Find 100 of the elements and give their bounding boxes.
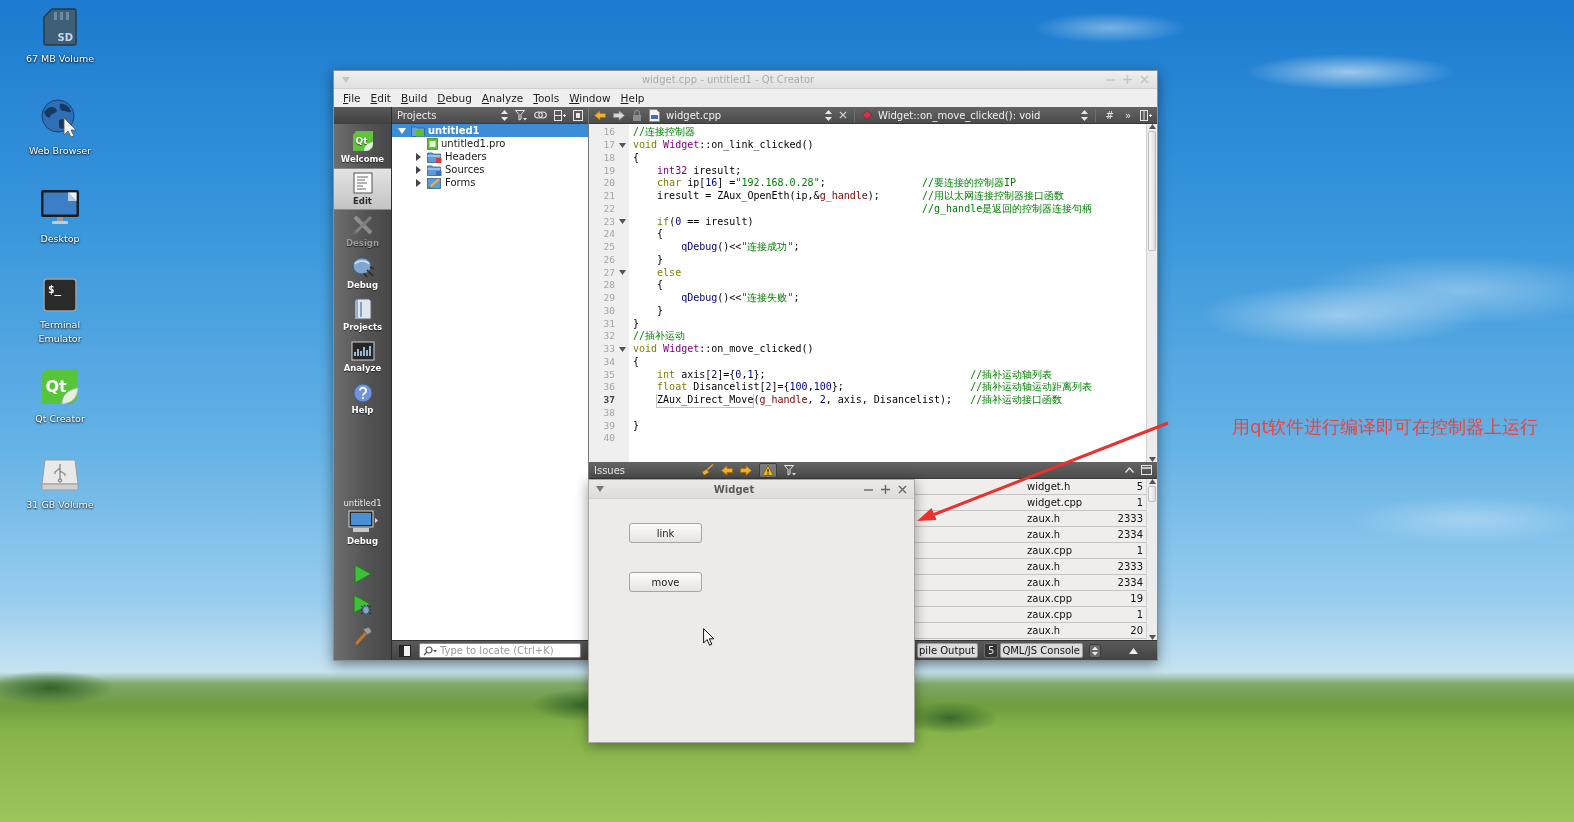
monitor-icon[interactable] [40, 188, 80, 226]
line-number: 39 [602, 419, 615, 432]
crossed-tools-icon [351, 214, 374, 236]
toolbar-button[interactable]: » [1122, 109, 1133, 121]
line-number: 26 [602, 253, 615, 266]
issue-row[interactable]: widget.h 5 [915, 479, 1146, 495]
caret-up-icon[interactable] [1129, 647, 1138, 654]
file-combo[interactable]: widget.cpp [649, 108, 832, 122]
mode-button[interactable]: Analyze [334, 336, 391, 378]
menu-item[interactable]: Edit [365, 90, 396, 106]
issue-row[interactable]: widget.cpp 1 [915, 495, 1146, 511]
fold-arrow-icon[interactable] [618, 346, 626, 352]
arrow-right-icon[interactable] [613, 109, 625, 121]
line-number: 16 [602, 126, 615, 139]
tree-item[interactable]: Forms [392, 176, 588, 189]
arrow-left-icon[interactable] [594, 109, 606, 121]
push-button[interactable]: link [629, 523, 702, 543]
hammer-icon[interactable] [352, 626, 373, 646]
vertical-scrollbar[interactable] [1146, 479, 1157, 640]
tab-number[interactable]: 5 [984, 643, 999, 658]
file-cell-text: zaux.h [1027, 561, 1062, 572]
tree-item[interactable]: untitled1 [392, 124, 588, 137]
issue-row[interactable]: zaux.cpp 19 [915, 591, 1146, 607]
mode-button[interactable]: Help [334, 378, 391, 420]
link-icon[interactable] [534, 110, 547, 120]
maximize-icon[interactable] [881, 484, 890, 494]
code-line: if(0 == iresult) [656, 215, 754, 228]
issue-row[interactable]: zaux.h 2334 [915, 575, 1146, 591]
run-icon[interactable] [353, 564, 372, 584]
menu-caret-icon[interactable] [596, 486, 604, 492]
warning-icon[interactable] [762, 464, 774, 476]
menu-item[interactable]: File [338, 90, 366, 106]
issue-row[interactable]: zaux.cpp 1 [915, 607, 1146, 623]
line-number: 34 [602, 355, 615, 368]
qt-logo-icon: Qt [351, 130, 374, 152]
menu-item[interactable]: Help [615, 90, 650, 106]
collapse-up-icon[interactable] [1125, 467, 1134, 473]
tree-item[interactable]: untitled1.pro [392, 137, 588, 150]
maximize-panel-icon[interactable] [1141, 465, 1152, 475]
file-cell-text: zaux.h [1027, 625, 1062, 636]
scrollbar-thumb[interactable] [1148, 486, 1156, 502]
tree-item[interactable]: Sources [392, 163, 588, 176]
issue-row[interactable]: zaux.h 2333 [915, 511, 1146, 527]
close-icon[interactable] [898, 484, 907, 494]
code-line: else [656, 266, 682, 279]
mode-button[interactable]: Edit [334, 168, 391, 210]
symbol-combo[interactable]: Widget::on_move_clicked(): void [862, 109, 1089, 121]
menu-item[interactable]: Debug [432, 90, 477, 106]
split-add-icon[interactable] [554, 109, 566, 121]
issue-row[interactable]: zaux.h 2333 [915, 559, 1146, 575]
issue-row[interactable]: zaux.cpp 1 [915, 543, 1146, 559]
close-pane-icon[interactable] [573, 109, 583, 121]
arrow-right-icon[interactable] [740, 464, 752, 476]
filter-icon[interactable] [784, 464, 796, 476]
toolbar-button[interactable]: # [1103, 109, 1116, 121]
issue-row[interactable]: zaux.h 2334 [915, 527, 1146, 543]
search-field[interactable]: Type to locate (Ctrl+K) [419, 643, 581, 658]
file-cell-text: zaux.h [1027, 513, 1062, 524]
vertical-scrollbar[interactable] [1146, 124, 1157, 462]
combo-arrows-icon[interactable] [1089, 643, 1101, 658]
output-tab[interactable]: pile Output [917, 643, 978, 658]
view-combo[interactable]: Projects [397, 109, 508, 121]
line-number: 27 [602, 266, 615, 279]
fold-arrow-icon[interactable] [618, 270, 626, 276]
broom-icon[interactable] [701, 464, 714, 476]
sd-card-icon[interactable]: SD [43, 8, 77, 46]
push-button[interactable]: move [629, 572, 702, 592]
tree-item[interactable]: Headers [392, 150, 588, 163]
window-title: Widget [712, 483, 756, 495]
issue-row[interactable]: zaux.h 20 [915, 623, 1146, 639]
icon-label[interactable]: 67 MB Volume [25, 52, 95, 66]
line-number: 18 [602, 151, 615, 164]
computer-icon[interactable] [347, 510, 378, 534]
line-number: 20 [602, 177, 615, 190]
pencil-icon [427, 176, 442, 189]
combo-arrows-icon[interactable] [501, 109, 508, 121]
split-icon[interactable] [1140, 109, 1152, 121]
fold-arrow-icon[interactable] [618, 142, 626, 148]
combo-arrows-icon[interactable] [1081, 109, 1089, 121]
arrow-left-icon[interactable] [721, 464, 733, 476]
code-line: int axis[2]={0,1}; //插补运动轴列表 [656, 368, 1053, 381]
expanded-arrow-icon[interactable] [396, 126, 408, 135]
menu-item[interactable]: Tools [528, 90, 565, 106]
output-tab[interactable]: QML/JS Console [1000, 643, 1083, 658]
menu-item[interactable]: Build [395, 90, 433, 106]
filter-icon[interactable] [515, 109, 527, 121]
mode-button[interactable]: Projects [334, 294, 391, 336]
menu-item[interactable]: Analyze [476, 90, 529, 106]
build-config-label[interactable]: Debug [346, 536, 378, 546]
line-number: 21 [602, 190, 615, 203]
sidebar-toggle-icon[interactable] [399, 644, 411, 657]
chart-monitor-icon [350, 341, 375, 361]
menu-item[interactable]: Window [564, 90, 616, 106]
combo-arrows-icon[interactable] [825, 109, 832, 121]
terminal-icon[interactable]: $_ [43, 278, 77, 312]
scrollbar-thumb[interactable] [1148, 131, 1156, 251]
mode-button[interactable]: Qt Welcome [334, 126, 391, 168]
fold-arrow-icon[interactable] [618, 219, 626, 225]
mode-button[interactable]: Debug [334, 252, 391, 294]
play-bug-icon[interactable] [352, 594, 373, 616]
